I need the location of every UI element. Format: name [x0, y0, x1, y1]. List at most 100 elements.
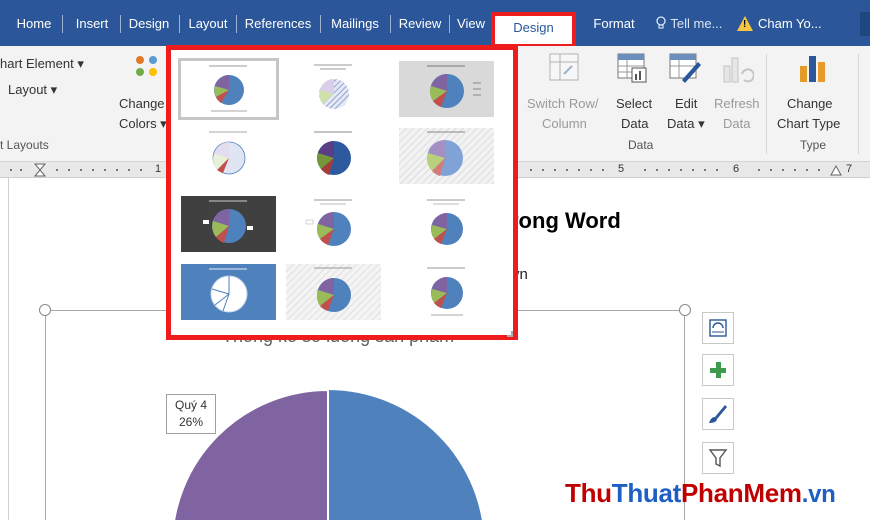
tab-references[interactable]: References: [241, 14, 315, 34]
ruler-number: 1: [155, 163, 162, 175]
ruler-number: 5: [618, 163, 625, 175]
data-label-q4-value: 26%: [178, 415, 204, 429]
lightbulb-icon: [656, 16, 666, 29]
chart-style-3-preview: [427, 65, 481, 108]
edit-data-icon: [669, 53, 701, 83]
chart-style-1[interactable]: [178, 58, 279, 120]
tab-divider: [120, 15, 121, 33]
ruler-number: 7: [846, 163, 853, 175]
tab-format[interactable]: Format: [588, 14, 640, 34]
layout-options-button[interactable]: [702, 312, 734, 344]
add-chart-element-button[interactable]: hart Element ▾: [0, 56, 84, 72]
chart-styles-button[interactable]: [702, 398, 734, 430]
switch-row-column-label-1[interactable]: Switch Row/: [527, 96, 599, 111]
tab-home[interactable]: Home: [12, 14, 56, 34]
chart-elements-button[interactable]: [702, 354, 734, 386]
chart-filters-button[interactable]: [702, 442, 734, 474]
tab-layout[interactable]: Layout: [184, 14, 232, 34]
tab-divider: [236, 15, 237, 33]
tab-chart-design[interactable]: Design: [491, 12, 576, 48]
tab-divider: [390, 15, 391, 33]
chart-style-10[interactable]: [181, 264, 276, 320]
chart-styles-gallery: [166, 45, 518, 340]
chart-style-11[interactable]: [286, 264, 381, 320]
layout-options-icon: [709, 319, 727, 337]
tab-design[interactable]: Design: [124, 14, 174, 34]
switch-row-column-label-2[interactable]: Column: [542, 116, 587, 131]
ruler-indent-marker-icon[interactable]: [34, 163, 46, 177]
chart-style-6-preview: [399, 128, 494, 184]
color-palette-icon: [136, 56, 157, 76]
watermark-part-3: PhanMem: [681, 478, 802, 508]
tab-divider: [320, 15, 321, 33]
change-chart-type-label-2[interactable]: Chart Type: [777, 116, 840, 131]
tab-chart-design-label: Design: [513, 20, 554, 35]
chart-style-5[interactable]: [286, 128, 381, 184]
ruler-right-indent-icon[interactable]: [830, 164, 842, 176]
tab-mailings[interactable]: Mailings: [325, 14, 385, 34]
chart-style-4[interactable]: [181, 128, 276, 184]
resize-handle-top-left[interactable]: [39, 304, 51, 316]
change-chart-type-label-1[interactable]: Change: [787, 96, 833, 111]
chart-style-10-preview: [209, 268, 248, 313]
switch-row-column-icon: [549, 53, 579, 81]
chart-style-7-preview: [203, 200, 253, 243]
change-colors-label-1[interactable]: Change: [119, 96, 165, 111]
chart-style-12[interactable]: [399, 264, 494, 320]
refresh-data-label-1[interactable]: Refresh: [714, 96, 760, 111]
chart-style-9[interactable]: [399, 196, 494, 252]
tab-divider: [449, 15, 450, 33]
chart-style-8-preview: [305, 199, 352, 246]
chart-style-12-preview: [427, 267, 465, 316]
plus-icon: [710, 362, 726, 378]
word-window: Home Insert Design Layout References Mai…: [0, 0, 870, 520]
data-label-q4-name: Quý 4: [174, 398, 207, 412]
data-label-q4[interactable]: Quý 4 26%: [166, 394, 216, 434]
warning-mark: !: [743, 19, 747, 30]
chart-style-11-preview: [286, 264, 381, 320]
gallery-resize-grip[interactable]: [507, 331, 513, 337]
chart-style-4-preview: [209, 131, 247, 175]
chart-style-6[interactable]: [399, 128, 494, 184]
group-divider: [766, 54, 767, 154]
document-heading: rong Word: [510, 208, 621, 233]
change-colors-label-2[interactable]: Colors ▾: [119, 116, 167, 132]
chart-style-8[interactable]: [286, 196, 381, 252]
user-account[interactable]: Cham Yo...: [758, 14, 822, 34]
tell-me-text: Tell me...: [670, 16, 723, 31]
chart-style-2[interactable]: [286, 61, 381, 117]
tab-view[interactable]: View: [454, 14, 488, 34]
watermark-part-2: Thuat: [611, 478, 682, 508]
ruler-number: 6: [733, 163, 740, 175]
chart-style-1-preview: [209, 65, 247, 112]
page-edge: [8, 178, 9, 520]
tab-insert[interactable]: Insert: [68, 14, 116, 34]
refresh-data-label-2[interactable]: Data: [723, 116, 750, 131]
chart-style-7[interactable]: [181, 196, 276, 252]
tab-review[interactable]: Review: [395, 14, 445, 34]
select-data-icon: [617, 53, 647, 83]
watermark-logo: ThuThuatPhanMem.vn: [565, 478, 836, 509]
quick-layout-button[interactable]: Layout ▾: [8, 82, 57, 98]
refresh-data-icon: [723, 57, 754, 83]
chart-style-3[interactable]: [399, 61, 494, 117]
chart-style-2-preview: [314, 64, 352, 109]
edit-data-label-2[interactable]: Data ▾: [667, 116, 705, 132]
chart-style-9-preview: [427, 199, 465, 245]
ribbon-tab-bar: Home Insert Design Layout References Mai…: [0, 0, 870, 48]
chart-layouts-group-label: t Layouts: [0, 138, 49, 152]
resize-handle-top-right[interactable]: [679, 304, 691, 316]
group-divider: [858, 54, 859, 154]
data-group-label: Data: [628, 138, 654, 152]
paintbrush-icon: [709, 405, 727, 423]
filter-icon: [708, 449, 728, 468]
tell-me-box[interactable]: Tell me...: [655, 14, 722, 34]
select-data-label-1[interactable]: Select: [616, 96, 652, 111]
watermark-part-4: .vn: [801, 481, 836, 508]
edit-data-label-1[interactable]: Edit: [675, 96, 697, 111]
pie-slice-q1[interactable]: [328, 390, 484, 520]
change-chart-type-icon: [800, 56, 825, 82]
share-button-edge[interactable]: [860, 12, 870, 36]
select-data-label-2[interactable]: Data: [621, 116, 648, 131]
tab-divider: [62, 15, 63, 33]
